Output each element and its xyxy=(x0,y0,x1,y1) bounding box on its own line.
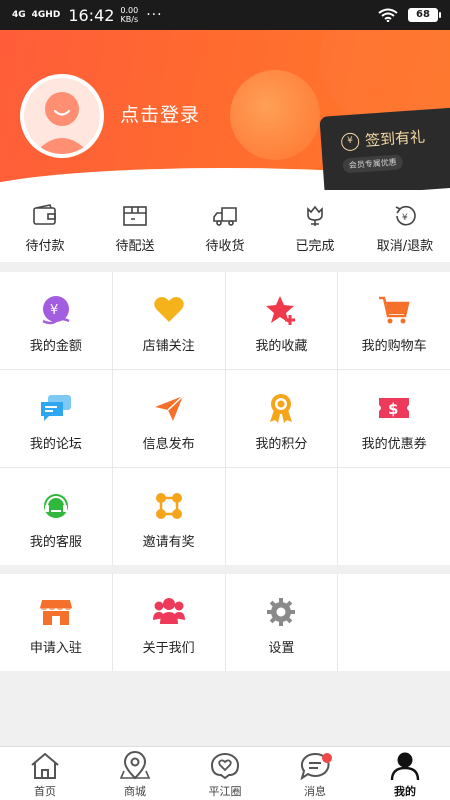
order-status-bar: 待付款 待配送 待收货 已完成 ¥ 取消/退款 xyxy=(0,190,450,262)
status-bar: 4G 4GHD 16:42 0.00 KB/s ··· 68 xyxy=(0,0,450,30)
menu-my-coupons[interactable]: $ 我的优惠券 xyxy=(338,370,450,467)
menu-label: 我的金额 xyxy=(29,339,82,354)
tulip-icon xyxy=(307,205,323,226)
order-label: 待收货 xyxy=(205,239,245,254)
header-orb xyxy=(230,70,320,160)
order-label: 取消/退款 xyxy=(376,239,434,254)
network-speed: 0.00 KB/s xyxy=(120,6,138,24)
menu-customer-service[interactable]: 我的客服 xyxy=(0,468,112,565)
menu-my-forum[interactable]: 我的论坛 xyxy=(0,370,112,467)
order-completed[interactable]: 已完成 xyxy=(270,190,360,262)
money-icon: ¥ xyxy=(42,296,70,325)
order-pending-payment[interactable]: 待付款 xyxy=(0,190,90,262)
tab-messages[interactable]: 消息 xyxy=(270,747,360,800)
coin-icon: ¥ xyxy=(340,131,360,151)
order-cancel-refund[interactable]: ¥ 取消/退款 xyxy=(360,190,450,262)
menu-my-favorites[interactable]: 我的收藏 xyxy=(225,272,338,369)
menu-publish-info[interactable]: 信息发布 xyxy=(112,370,225,467)
truck-icon xyxy=(213,207,237,226)
refund-icon: ¥ xyxy=(395,205,416,226)
wallet-icon xyxy=(33,204,56,225)
menu-my-balance[interactable]: ¥ 我的金额 xyxy=(0,272,112,369)
signin-reward-card[interactable]: ¥ 签到有礼 会员专属优惠 xyxy=(319,107,450,190)
heart-circle-icon xyxy=(210,753,240,780)
menu-label: 我的购物车 xyxy=(361,339,427,354)
gear-icon xyxy=(267,598,296,626)
svg-text:¥: ¥ xyxy=(50,303,58,318)
signin-title: 签到有礼 xyxy=(364,127,426,150)
map-pin-icon xyxy=(119,751,151,780)
tab-pingjiang-circle[interactable]: 平江圈 xyxy=(180,747,270,800)
profile-header: 点击登录 ¥ 签到有礼 会员专属优惠 xyxy=(0,30,450,190)
speed-unit: KB/s xyxy=(120,15,139,24)
menu-settings[interactable]: 设置 xyxy=(225,574,338,671)
speed-value: 0.00 xyxy=(120,6,139,15)
more-dots: ··· xyxy=(146,7,163,23)
empty-cell xyxy=(338,574,450,671)
tab-label: 商城 xyxy=(124,785,146,798)
profile-icon xyxy=(390,752,420,781)
menu-label: 我的积分 xyxy=(255,437,308,452)
battery-indicator: 68 xyxy=(408,8,441,22)
menu-about-us[interactable]: 关于我们 xyxy=(112,574,225,671)
menu-my-points[interactable]: 我的积分 xyxy=(225,370,338,467)
tab-label: 我的 xyxy=(394,785,416,798)
empty-cell xyxy=(225,468,338,565)
chat-icon xyxy=(40,395,71,421)
tab-label: 消息 xyxy=(304,785,326,798)
bottom-tab-bar: 首页 商城 平江圈 消息 我的 xyxy=(0,746,450,800)
star-icon xyxy=(266,296,296,325)
signal-2: 4GHD xyxy=(31,9,61,20)
default-avatar-icon xyxy=(24,78,100,154)
menu-label: 申请入驻 xyxy=(29,641,82,656)
menu-label: 我的优惠券 xyxy=(361,437,427,452)
tab-mall[interactable]: 商城 xyxy=(90,747,180,800)
menu-invite-reward[interactable]: 邀请有奖 xyxy=(112,468,225,565)
menu-store-follow[interactable]: 店铺关注 xyxy=(112,272,225,369)
login-link[interactable]: 点击登录 xyxy=(120,100,200,127)
heart-icon xyxy=(153,297,184,322)
menu-label: 我的客服 xyxy=(29,535,82,550)
menu-label: 信息发布 xyxy=(142,437,195,452)
signal-1: 4G xyxy=(12,9,26,20)
coupon-icon: $ xyxy=(379,398,410,418)
menu-label: 关于我们 xyxy=(142,641,195,656)
menu-label: 店铺关注 xyxy=(142,339,195,354)
menu-label: 邀请有奖 xyxy=(142,535,195,550)
services-grid: ¥ 我的金额 店铺关注 我的收藏 我的购物车 我的论坛 信息发布 我的积分 $ … xyxy=(0,272,450,565)
order-label: 已完成 xyxy=(295,239,335,254)
menu-label: 我的收藏 xyxy=(255,339,308,354)
shop-icon xyxy=(39,600,72,625)
order-pending-receipt[interactable]: 待收货 xyxy=(180,190,270,262)
send-icon xyxy=(154,395,184,421)
tab-mine[interactable]: 我的 xyxy=(360,747,450,800)
order-pending-delivery[interactable]: 待配送 xyxy=(90,190,180,262)
clock: 16:42 xyxy=(68,5,115,25)
network-icon xyxy=(155,493,182,519)
tab-label: 平江圈 xyxy=(208,785,242,798)
menu-apply-join[interactable]: 申请入驻 xyxy=(0,574,112,671)
wifi-icon xyxy=(378,8,398,22)
empty-cell xyxy=(338,468,450,565)
order-label: 待配送 xyxy=(115,239,155,254)
home-icon xyxy=(31,752,59,779)
svg-text:¥: ¥ xyxy=(402,213,408,223)
package-icon xyxy=(123,206,147,226)
signin-subtitle: 会员专属优惠 xyxy=(342,154,404,174)
menu-label: 我的论坛 xyxy=(29,437,82,452)
team-icon xyxy=(152,598,185,624)
tab-label: 首页 xyxy=(34,785,56,798)
headset-icon xyxy=(43,494,68,518)
svg-text:$: $ xyxy=(388,400,398,418)
cart-icon xyxy=(379,296,410,324)
menu-label: 设置 xyxy=(268,641,295,656)
tab-home[interactable]: 首页 xyxy=(0,747,90,800)
avatar[interactable] xyxy=(20,74,104,158)
medal-icon xyxy=(270,394,293,423)
menu-my-cart[interactable]: 我的购物车 xyxy=(338,272,450,369)
order-label: 待付款 xyxy=(25,239,65,254)
unread-badge xyxy=(322,753,332,763)
settings-grid: 申请入驻 关于我们 设置 xyxy=(0,574,450,671)
signin-title-row: ¥ 签到有礼 xyxy=(340,123,450,152)
